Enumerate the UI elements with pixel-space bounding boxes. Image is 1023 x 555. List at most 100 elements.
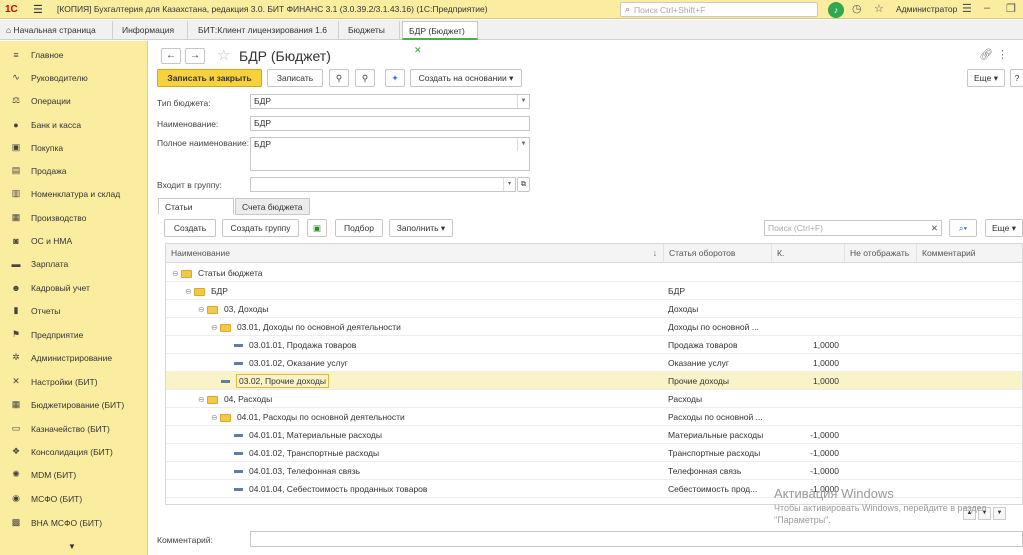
sidebar-item-production[interactable]: ▦ Производство	[0, 206, 148, 229]
attachments-button[interactable]: ⚲	[355, 69, 375, 87]
notification-bell-icon[interactable]: ♪	[828, 2, 844, 18]
budget-articles-table[interactable]: Наименование ↓ Статья оборотов К. Не отоб…	[165, 243, 1023, 505]
sidebar-item-assets[interactable]: ◙ ОС и НМА	[0, 229, 148, 252]
highlight-button[interactable]: ✦	[385, 69, 405, 87]
tab-info[interactable]: Информация	[116, 21, 188, 40]
sidebar-item-treasury[interactable]: ▭ Казначейство (БИТ)	[0, 417, 148, 440]
favorite-star-icon[interactable]: ☆	[217, 46, 230, 64]
collapse-toggle-icon[interactable]: ⊖	[211, 413, 220, 422]
history-icon[interactable]: ◷	[852, 2, 862, 15]
sidebar-item-label: Бюджетирование (БИТ)	[31, 399, 125, 410]
table-row[interactable]: ⊖ 04, Расходы Расходы	[166, 390, 1022, 408]
forward-button[interactable]: →	[185, 48, 205, 64]
table-row[interactable]: 04.01.02, Транспортные расходы Транспортн…	[166, 444, 1022, 462]
table-more-button[interactable]: Еще ▾	[985, 219, 1023, 237]
sidebar-item-bank[interactable]: ● Банк и касса	[0, 113, 148, 136]
budget-type-field[interactable]: БДР ▼	[250, 94, 530, 109]
sidebar-item-sale[interactable]: ▤ Продажа	[0, 159, 148, 182]
save-and-close-button[interactable]: Записать и закрыть	[157, 69, 262, 87]
sidebar-item-mdm[interactable]: ✺ MDM (БИТ)	[0, 463, 148, 486]
settings-menu-icon[interactable]: ☰	[962, 2, 972, 15]
clear-search-icon[interactable]: ✕	[931, 221, 938, 235]
more-actions-icon[interactable]: ⋮	[997, 48, 1008, 61]
select-button[interactable]: Подбор	[335, 219, 383, 237]
search-button[interactable]: ⌕▾	[949, 219, 977, 237]
table-row[interactable]: ⊖ БДР БДР	[166, 282, 1022, 300]
create-group-button[interactable]: Создать группу	[222, 219, 299, 237]
tab-budgets[interactable]: Бюджеты	[342, 21, 400, 40]
collapse-toggle-icon[interactable]: ⊖	[185, 287, 194, 296]
collapse-toggle-icon[interactable]: ⊖	[172, 269, 181, 278]
cell-k: -1,0000	[810, 466, 839, 476]
group-field[interactable]: ▾	[250, 177, 516, 192]
tab-home[interactable]: ⌂ Начальная страница	[0, 21, 113, 40]
row-name-text: 04.01, Расходы по основной деятельности	[236, 412, 405, 422]
tab-budget-accounts[interactable]: Счета бюджета	[235, 198, 310, 215]
save-button[interactable]: Записать	[267, 69, 323, 87]
sidebar-item-hr[interactable]: ☻ Кадровый учет	[0, 276, 148, 299]
column-header-article[interactable]: Статья оборотов	[663, 244, 771, 263]
sidebar-item-consolidation[interactable]: ❖ Консолидация (БИТ)	[0, 440, 148, 463]
collapse-toggle-icon[interactable]: ⊖	[198, 395, 207, 404]
cell-k	[771, 408, 839, 426]
name-field[interactable]: БДР	[250, 116, 530, 131]
more-button[interactable]: Еще ▾	[967, 69, 1005, 87]
tab-licensing[interactable]: БИТ:Клиент лицензирования 1.6	[192, 21, 339, 40]
table-header: Наименование ↓ Статья оборотов К. Не отоб…	[166, 244, 1022, 263]
sidebar-item-operations[interactable]: ⚖ Операции	[0, 89, 148, 112]
collapse-toggle-icon[interactable]: ⊖	[211, 323, 220, 332]
title-bar: 1С ☰ [КОПИЯ] Бухгалтерия для Казахстана,…	[0, 0, 1023, 19]
restore-icon[interactable]: ❐	[1006, 2, 1016, 15]
table-row[interactable]: 04.01.01, Материальные расходы Материальн…	[166, 426, 1022, 444]
column-header-k[interactable]: К.	[771, 244, 844, 263]
column-header-name[interactable]: Наименование ↓	[166, 244, 663, 263]
main-menu-icon[interactable]: ☰	[33, 3, 47, 16]
table-row[interactable]: 03.01.02, Оказание услуг Оказание услуг 1,…	[166, 354, 1022, 372]
sidebar-item-main[interactable]: ≡ Главное	[0, 43, 148, 66]
help-button[interactable]: ?	[1010, 69, 1023, 87]
scroll-bottom-icon[interactable]: ▼	[993, 507, 1006, 520]
table-row[interactable]: ⊖ 04.01, Расходы по основной деятельност…	[166, 408, 1022, 426]
table-row[interactable]: 03.01.01, Продажа товаров Продажа товаров…	[166, 336, 1022, 354]
open-group-button[interactable]: ⧉	[517, 177, 530, 192]
create-based-on-button[interactable]: Создать на основании ▾	[410, 69, 522, 87]
scroll-down-icon[interactable]: ▼	[68, 542, 76, 551]
sidebar-item-reports[interactable]: ▮ Отчеты	[0, 299, 148, 322]
current-user[interactable]: Администратор	[896, 4, 957, 14]
sidebar-item-budgeting[interactable]: ▦ Бюджетирование (БИТ)	[0, 393, 148, 416]
tab-bdr-budget[interactable]: БДР (Бюджет) ✕	[402, 21, 478, 55]
sidebar-item-purchase[interactable]: ▣ Покупка	[0, 136, 148, 159]
dropdown-arrow-icon[interactable]: ▾	[503, 178, 515, 191]
sidebar-item-enterprise[interactable]: ⚑ Предприятие	[0, 323, 148, 346]
link-icon[interactable]: 🔗︎	[979, 48, 993, 61]
sidebar-item-manager[interactable]: ∿ Руководителю	[0, 66, 148, 89]
comment-field[interactable]	[250, 531, 1023, 547]
table-row[interactable]: ⊖ 03.01, Доходы по основной деятельности…	[166, 318, 1022, 336]
collapse-toggle-icon[interactable]: ⊖	[198, 305, 207, 314]
column-header-hide[interactable]: Не отображать	[844, 244, 916, 263]
sidebar-item-salary[interactable]: ▬ Зарплата	[0, 252, 148, 275]
sidebar-item-admin[interactable]: ✲ Администрирование	[0, 346, 148, 369]
back-button[interactable]: ←	[161, 48, 181, 64]
favorites-star-icon[interactable]: ☆	[874, 2, 884, 15]
create-button[interactable]: Создать	[164, 219, 216, 237]
dropdown-arrow-icon[interactable]: ▼	[517, 138, 529, 151]
fill-button[interactable]: Заполнить ▾	[389, 219, 453, 237]
sidebar-item-ifrs-assets[interactable]: ▩ ВНА МСФО (БИТ)	[0, 511, 148, 534]
column-header-comment[interactable]: Комментарий	[916, 244, 1022, 263]
global-search-input[interactable]: ⌕ Поиск Ctrl+Shift+F	[620, 2, 818, 17]
minimize-icon[interactable]: –	[984, 2, 990, 14]
sidebar-item-nomenclature[interactable]: ▥ Номенклатура и склад	[0, 182, 148, 205]
table-search-input[interactable]: Поиск (Ctrl+F) ✕	[764, 220, 942, 236]
dropdown-arrow-icon[interactable]: ▼	[517, 95, 529, 108]
tab-budget-articles[interactable]: Статьи бюджета	[158, 198, 234, 228]
table-row[interactable]: 03.02, Прочие доходы Прочие доходы 1,0000	[166, 372, 1022, 390]
full-name-field[interactable]: БДР ▼	[250, 137, 530, 171]
table-row[interactable]: ⊖ Статьи бюджета	[166, 264, 1022, 282]
sidebar-item-bit-settings[interactable]: ✕ Настройки (БИТ)	[0, 370, 148, 393]
excel-export-button[interactable]: ▣	[307, 219, 327, 237]
attach-file-button[interactable]: ⚲	[329, 69, 349, 87]
sidebar-item-ifrs[interactable]: ◉ МСФО (БИТ)	[0, 487, 148, 510]
table-row[interactable]: 04.01.03, Телефонная связь Телефонная свя…	[166, 462, 1022, 480]
table-row[interactable]: ⊖ 03, Доходы Доходы	[166, 300, 1022, 318]
